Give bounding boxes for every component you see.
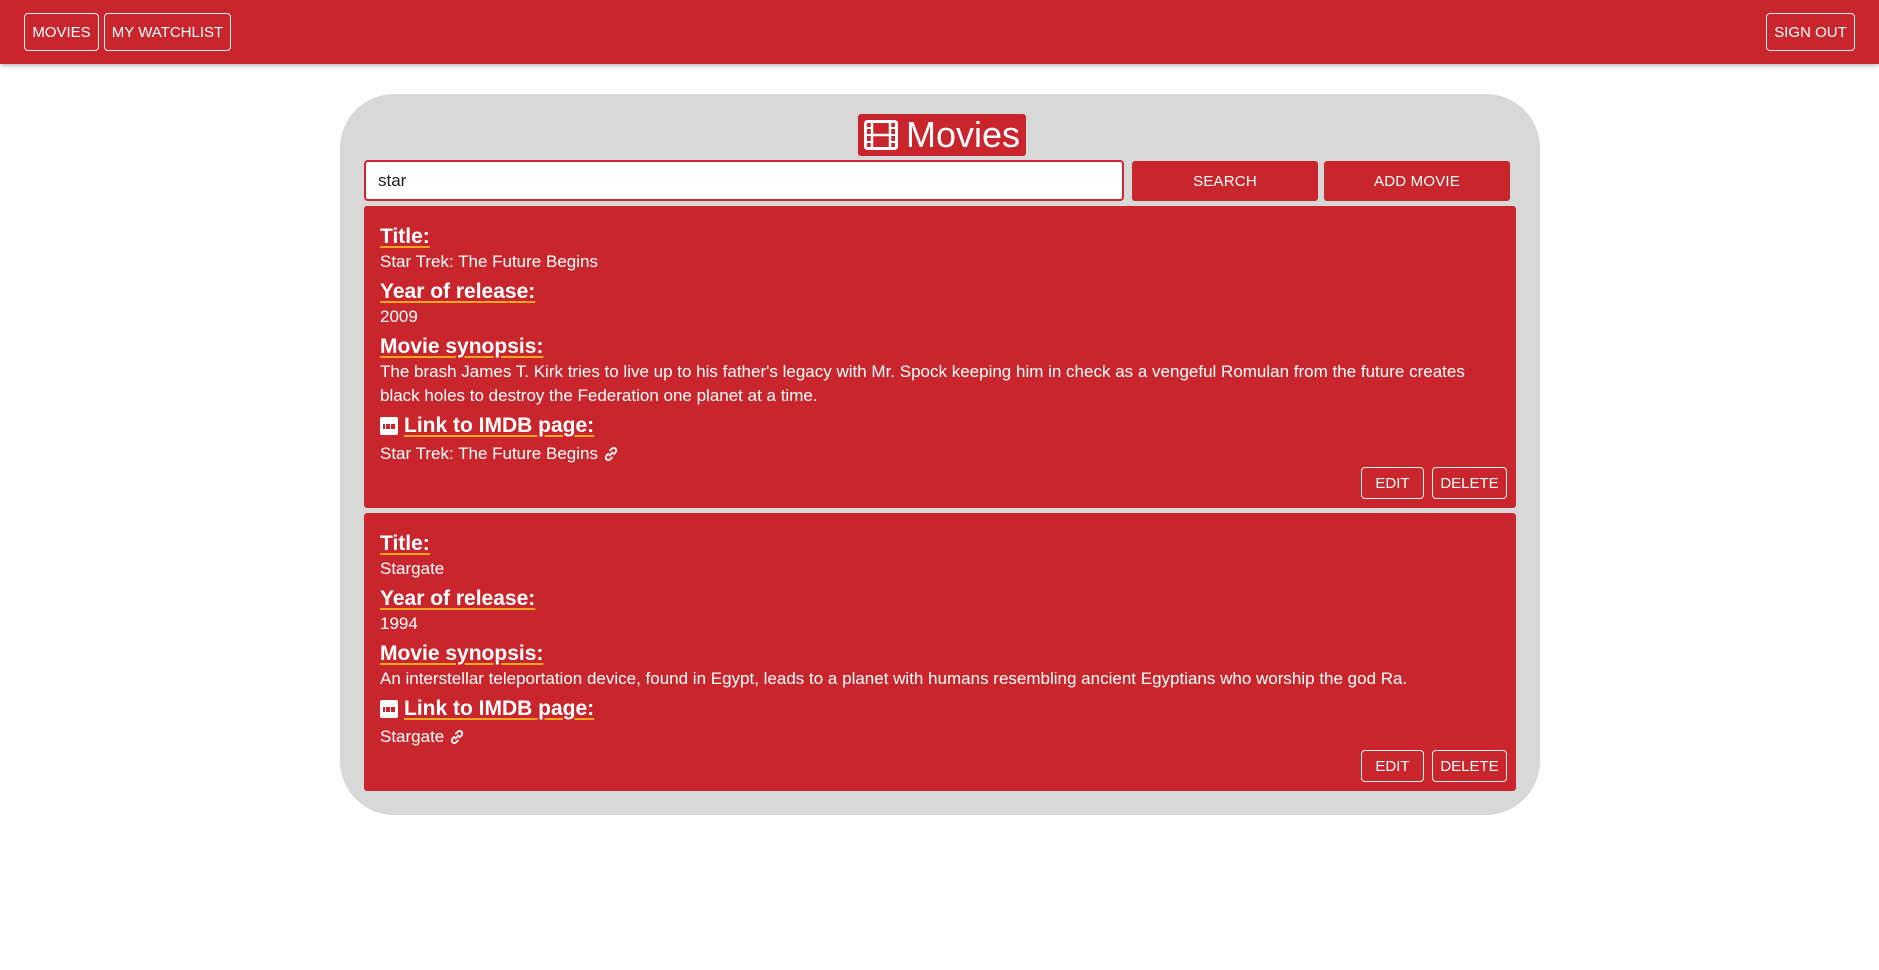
top-navbar: MOVIES MY WATCHLIST SIGN OUT [0,0,1879,64]
movie-card: Title: Star Trek: The Future Begins Year… [364,206,1516,508]
page-title: Movies [858,114,1027,156]
imdb-label: Link to IMDB page: [404,414,595,437]
year-label: Year of release: [380,587,536,610]
imdb-label-row: Link to IMDB page: [380,696,1500,722]
movie-year: 2009 [380,307,418,326]
synopsis-label: Movie synopsis: [380,335,544,358]
imdb-icon [380,417,398,435]
year-label: Year of release: [380,280,536,303]
imdb-link[interactable]: Star Trek: The Future Begins [380,444,1500,464]
synopsis-label: Movie synopsis: [380,642,544,665]
movie-card: Title: Stargate Year of release: 1994 Mo… [364,513,1516,791]
movies-panel: Movies SEARCH ADD MOVIE Title: Star Trek… [340,94,1540,815]
movie-title: Star Trek: The Future Begins [380,252,598,271]
delete-button[interactable]: DELETE [1432,467,1507,499]
edit-button[interactable]: EDIT [1361,467,1424,499]
movie-synopsis: An interstellar teleportation device, fo… [380,669,1408,688]
link-icon [604,447,618,461]
imdb-link-text[interactable]: Star Trek: The Future Begins [380,444,598,464]
movie-title: Stargate [380,559,445,578]
movies-nav-button[interactable]: MOVIES [24,13,99,51]
movie-year: 1994 [380,614,418,633]
title-label: Title: [380,532,430,555]
page-title-text: Movies [906,114,1021,155]
imdb-label-row: Link to IMDB page: [380,413,1500,439]
search-button[interactable]: SEARCH [1132,161,1318,201]
imdb-label: Link to IMDB page: [404,697,595,720]
sign-out-button[interactable]: SIGN OUT [1766,13,1855,51]
add-movie-button[interactable]: ADD MOVIE [1324,161,1510,201]
link-icon [451,730,464,744]
title-label: Title: [380,225,430,248]
search-input[interactable] [364,160,1124,201]
film-icon [864,120,898,150]
watchlist-nav-button[interactable]: MY WATCHLIST [104,13,231,51]
delete-button[interactable]: DELETE [1432,750,1507,782]
imdb-link[interactable]: Stargate [380,727,1500,747]
edit-button[interactable]: EDIT [1361,750,1424,782]
movie-synopsis: The brash James T. Kirk tries to live up… [380,362,1465,405]
imdb-icon [380,700,398,718]
imdb-link-text[interactable]: Stargate [380,727,444,747]
